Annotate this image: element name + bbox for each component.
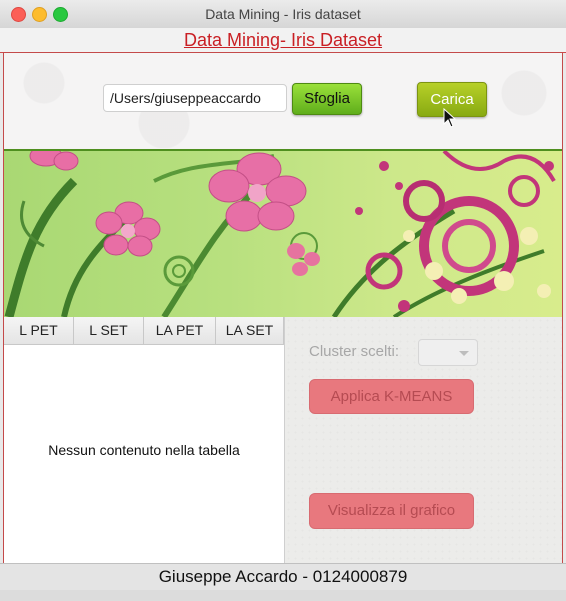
column-header[interactable]: LA PET bbox=[144, 317, 216, 344]
file-selection-area: Sfoglia Carica bbox=[4, 53, 562, 148]
file-path-input[interactable] bbox=[103, 84, 287, 112]
show-chart-button[interactable]: Visualizza il grafico bbox=[309, 493, 474, 529]
column-header[interactable]: L SET bbox=[74, 317, 144, 344]
cluster-count-select[interactable] bbox=[418, 339, 478, 366]
data-table[interactable]: L PET L SET LA PET LA SET Nessun contenu… bbox=[4, 317, 285, 563]
browse-button[interactable]: Sfoglia bbox=[292, 83, 362, 115]
floral-artwork bbox=[4, 151, 556, 317]
apply-kmeans-button[interactable]: Applica K-MEANS bbox=[309, 379, 474, 414]
title-bar: Data Mining - Iris dataset bbox=[0, 0, 566, 29]
chevron-down-icon bbox=[459, 351, 469, 356]
table-empty-message: Nessun contenuto nella tabella bbox=[48, 442, 240, 458]
footer-text: Giuseppe Accardo - 0124000879 bbox=[158, 567, 408, 586]
table-header: L PET L SET LA PET LA SET bbox=[4, 317, 284, 345]
mouse-cursor-icon bbox=[443, 108, 457, 128]
cluster-count-label: Cluster scelti: bbox=[309, 343, 400, 360]
cluster-panel: Cluster scelti: Applica K-MEANS Visualiz… bbox=[285, 317, 562, 563]
floral-banner-image bbox=[4, 149, 562, 318]
app-header: Data Mining- Iris Dataset bbox=[0, 28, 566, 53]
window-title: Data Mining - Iris dataset bbox=[205, 6, 361, 22]
column-header[interactable]: L PET bbox=[4, 317, 74, 344]
column-header[interactable]: LA SET bbox=[216, 317, 284, 344]
window-bottom-edge bbox=[0, 590, 566, 601]
main-frame: Sfoglia Carica bbox=[3, 52, 563, 564]
footer: Giuseppe Accardo - 0124000879 bbox=[0, 563, 566, 590]
app-title: Data Mining- Iris Dataset bbox=[183, 30, 383, 50]
app-window: Data Mining - Iris dataset Data Mining- … bbox=[0, 0, 566, 601]
